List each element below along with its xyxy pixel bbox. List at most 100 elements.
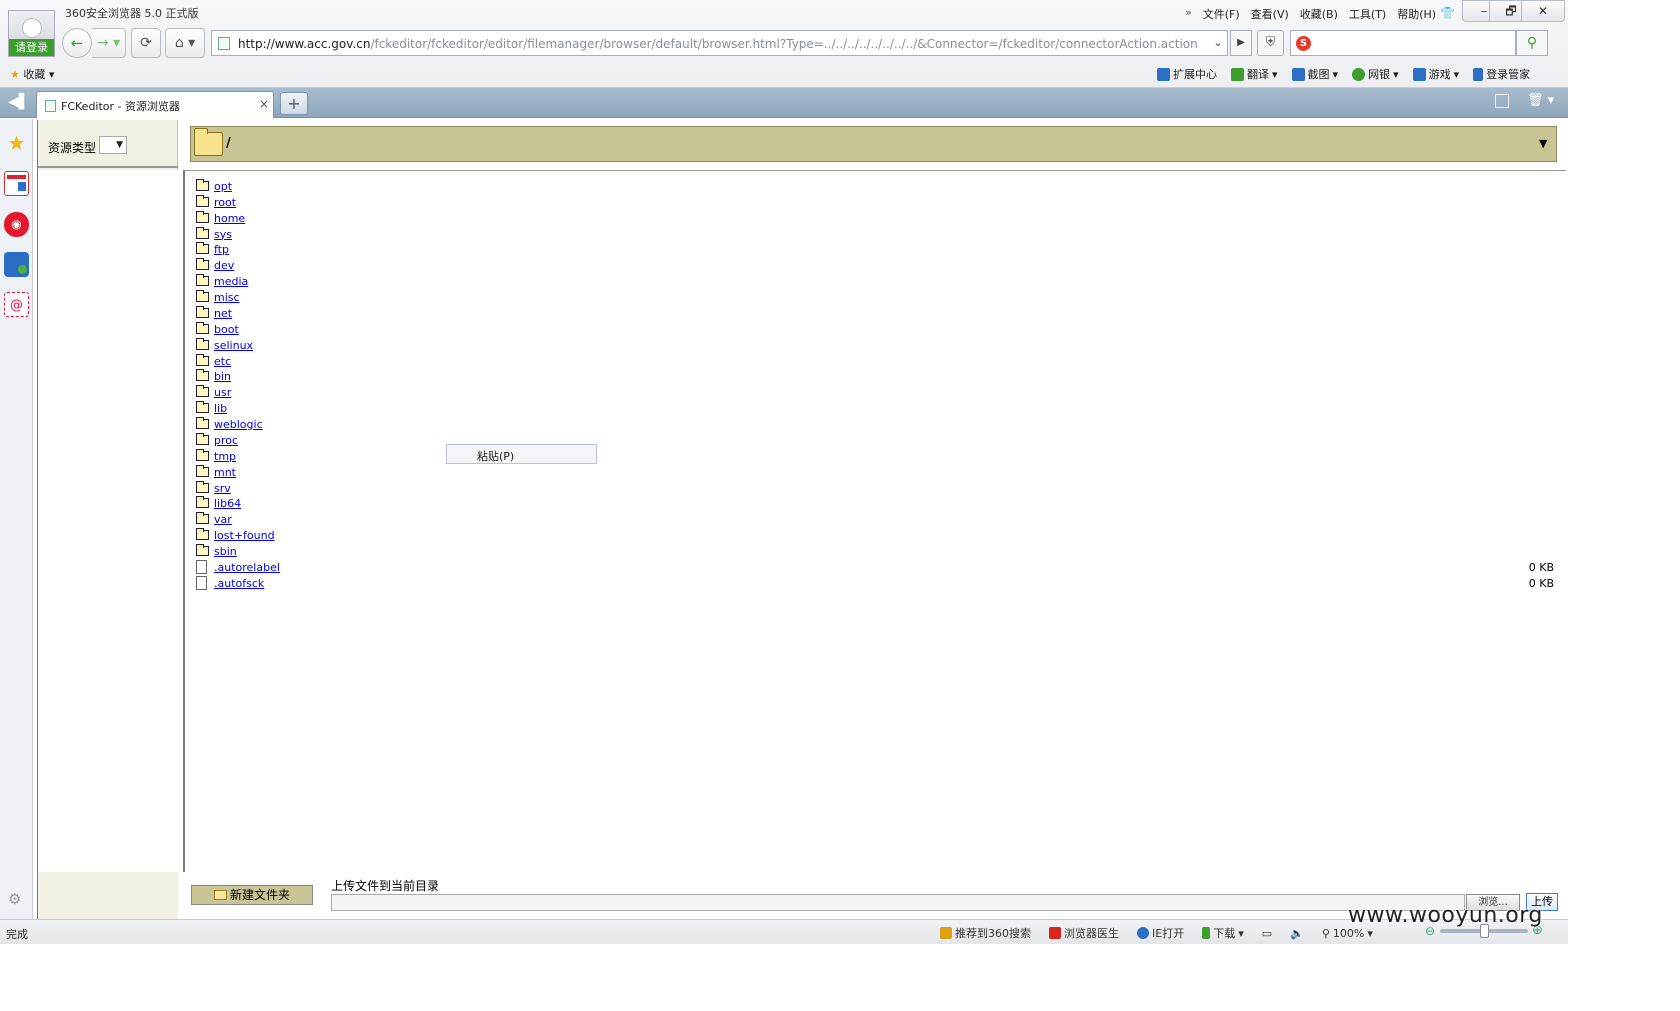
folder-row[interactable]: home [196, 210, 1546, 228]
go-button[interactable]: ▶ [1230, 30, 1252, 56]
weibo-icon[interactable]: ◉ [4, 212, 29, 237]
refresh-button[interactable]: ⟳ [131, 28, 161, 58]
tab-close-icon[interactable]: × [259, 97, 269, 111]
folder-row[interactable]: boot [196, 321, 1546, 339]
tool-games[interactable]: 游戏 ▾ [1412, 66, 1459, 82]
folder-row[interactable]: var [196, 512, 1546, 529]
address-bar[interactable]: http://www.acc.gov.cn/fckeditor/fckedito… [211, 30, 1228, 56]
menu-help[interactable]: 帮助(H) [1397, 6, 1436, 22]
folder-row[interactable]: sbin [196, 544, 1546, 561]
status-browser-doctor[interactable]: 浏览器医生 [1049, 925, 1119, 941]
favorites-menu[interactable]: ★ 收藏 ▾ [10, 66, 54, 82]
favorites-star-icon[interactable]: ★ [4, 131, 29, 156]
folder-row[interactable]: tmp [196, 448, 1546, 466]
folder-row[interactable]: lib [196, 401, 1546, 418]
folder-row[interactable]: ftp [196, 242, 1546, 259]
folder-dropdown-icon[interactable]: ▼ [1539, 137, 1547, 150]
search-engine-icon[interactable]: S [1296, 36, 1311, 51]
folder-row[interactable]: etc [196, 353, 1546, 371]
menu-view[interactable]: 查看(V) [1251, 6, 1289, 22]
search-button[interactable]: ⚲ [1516, 30, 1548, 56]
folder-link[interactable]: etc [214, 355, 231, 368]
file-row[interactable]: .autofsck 0 KB [196, 575, 1554, 593]
sidebar-toggle-icon[interactable]: ◀▌ [8, 94, 30, 110]
tool-screenshot[interactable]: 截图 ▾ [1291, 66, 1338, 82]
folder-row[interactable]: proc [196, 432, 1546, 450]
folder-row[interactable]: media [196, 274, 1546, 291]
folder-link[interactable]: proc [214, 434, 238, 447]
forward-button[interactable]: → ▾ [92, 28, 126, 58]
folder-link[interactable]: dev [214, 259, 234, 272]
folder-link[interactable]: sys [214, 228, 232, 241]
back-button[interactable]: ← [62, 28, 92, 58]
search-box[interactable]: S [1290, 30, 1516, 56]
folder-link[interactable]: usr [214, 386, 231, 399]
tool-login-manager[interactable]: 登录管家 [1473, 66, 1530, 82]
folder-row[interactable]: opt [196, 179, 1546, 196]
folder-row[interactable]: lib64 [196, 496, 1546, 513]
skin-icon[interactable]: 👕 [1440, 6, 1455, 20]
menu-tools[interactable]: 工具(T) [1349, 6, 1386, 22]
folder-row[interactable]: net [196, 305, 1546, 323]
folder-row[interactable]: dev [196, 258, 1546, 275]
folder-row[interactable]: selinux [196, 337, 1546, 355]
paste-menu-item[interactable]: 粘贴(P) [477, 448, 514, 464]
status-sound-icon[interactable]: 🔈 [1290, 927, 1304, 940]
menu-favorites[interactable]: 收藏(B) [1300, 6, 1338, 22]
mail-icon[interactable]: @ [4, 292, 29, 317]
address-dropdown-icon[interactable]: ⌄ [1208, 30, 1228, 56]
sidebar-settings-gear-icon[interactable]: ⚙ [8, 890, 21, 908]
create-folder-button[interactable]: 新建文件夹 [191, 885, 313, 905]
tool-translate[interactable]: 翻译 ▾ [1231, 66, 1278, 82]
folder-link[interactable]: mnt [214, 466, 236, 479]
folder-link[interactable]: opt [214, 180, 232, 193]
folder-link[interactable]: ftp [214, 243, 229, 256]
tab-fckeditor[interactable]: FCKeditor - 资源浏览器 × [36, 91, 274, 118]
closed-tabs-trash-icon[interactable]: 🗑 ▾ [1527, 93, 1554, 108]
news-icon[interactable] [4, 171, 29, 196]
security-shield-icon[interactable]: ⛨ [1257, 30, 1284, 56]
folder-link[interactable]: srv [214, 482, 231, 495]
folder-row[interactable]: root [196, 194, 1546, 212]
folder-link[interactable]: net [214, 307, 232, 320]
folder-row[interactable]: sys [196, 226, 1546, 244]
zoom-control[interactable]: ⚲ 100% ▾ [1322, 927, 1373, 940]
resource-type-select[interactable]: ▼ [99, 136, 127, 154]
folder-link[interactable]: media [214, 275, 248, 288]
file-link[interactable]: .autorelabel [214, 561, 280, 574]
folder-link[interactable]: home [214, 212, 245, 225]
tool-extensions[interactable]: 扩展中心 [1157, 66, 1217, 82]
menu-more-icon[interactable]: » [1185, 6, 1192, 22]
file-link[interactable]: .autofsck [214, 577, 264, 590]
folder-row[interactable]: misc [196, 290, 1546, 307]
upload-file-input[interactable] [331, 894, 1465, 911]
status-screen-icon[interactable]: ▭ [1262, 927, 1272, 940]
folder-row[interactable]: bin [196, 369, 1546, 386]
folder-row[interactable]: mnt [196, 464, 1546, 482]
folder-row[interactable]: srv [196, 480, 1546, 498]
status-recommend[interactable]: 推荐到360搜索 [940, 925, 1031, 941]
folder-link[interactable]: lost+found [214, 529, 275, 542]
status-open-in-ie[interactable]: IE打开 [1137, 925, 1184, 941]
close-window-button[interactable]: ✕ [1521, 0, 1565, 22]
folder-link[interactable]: lib64 [214, 497, 241, 510]
folder-link[interactable]: root [214, 196, 236, 209]
folder-link[interactable]: weblogic [214, 418, 263, 431]
file-row[interactable]: .autorelabel 0 KB [196, 559, 1554, 577]
folder-link[interactable]: tmp [214, 450, 236, 463]
folder-link[interactable]: sbin [214, 545, 237, 558]
restore-tabs-icon[interactable] [1495, 94, 1509, 108]
folder-link[interactable]: var [214, 513, 232, 526]
folder-row[interactable]: weblogic [196, 417, 1546, 434]
new-tab-button[interactable]: + [280, 92, 308, 115]
home-button[interactable]: ⌂ ▾ [165, 28, 205, 58]
folder-row[interactable]: usr [196, 385, 1546, 402]
folder-link[interactable]: lib [214, 402, 227, 415]
menu-file[interactable]: 文件(F) [1203, 6, 1240, 22]
url-text[interactable]: http://www.acc.gov.cn/fckeditor/fckedito… [238, 37, 1198, 51]
login-button[interactable]: 请登录 [9, 39, 54, 56]
status-download[interactable]: 下载 ▾ [1202, 925, 1244, 941]
mobile-icon[interactable] [4, 252, 29, 277]
folder-link[interactable]: bin [214, 370, 231, 383]
folder-link[interactable]: selinux [214, 339, 253, 352]
